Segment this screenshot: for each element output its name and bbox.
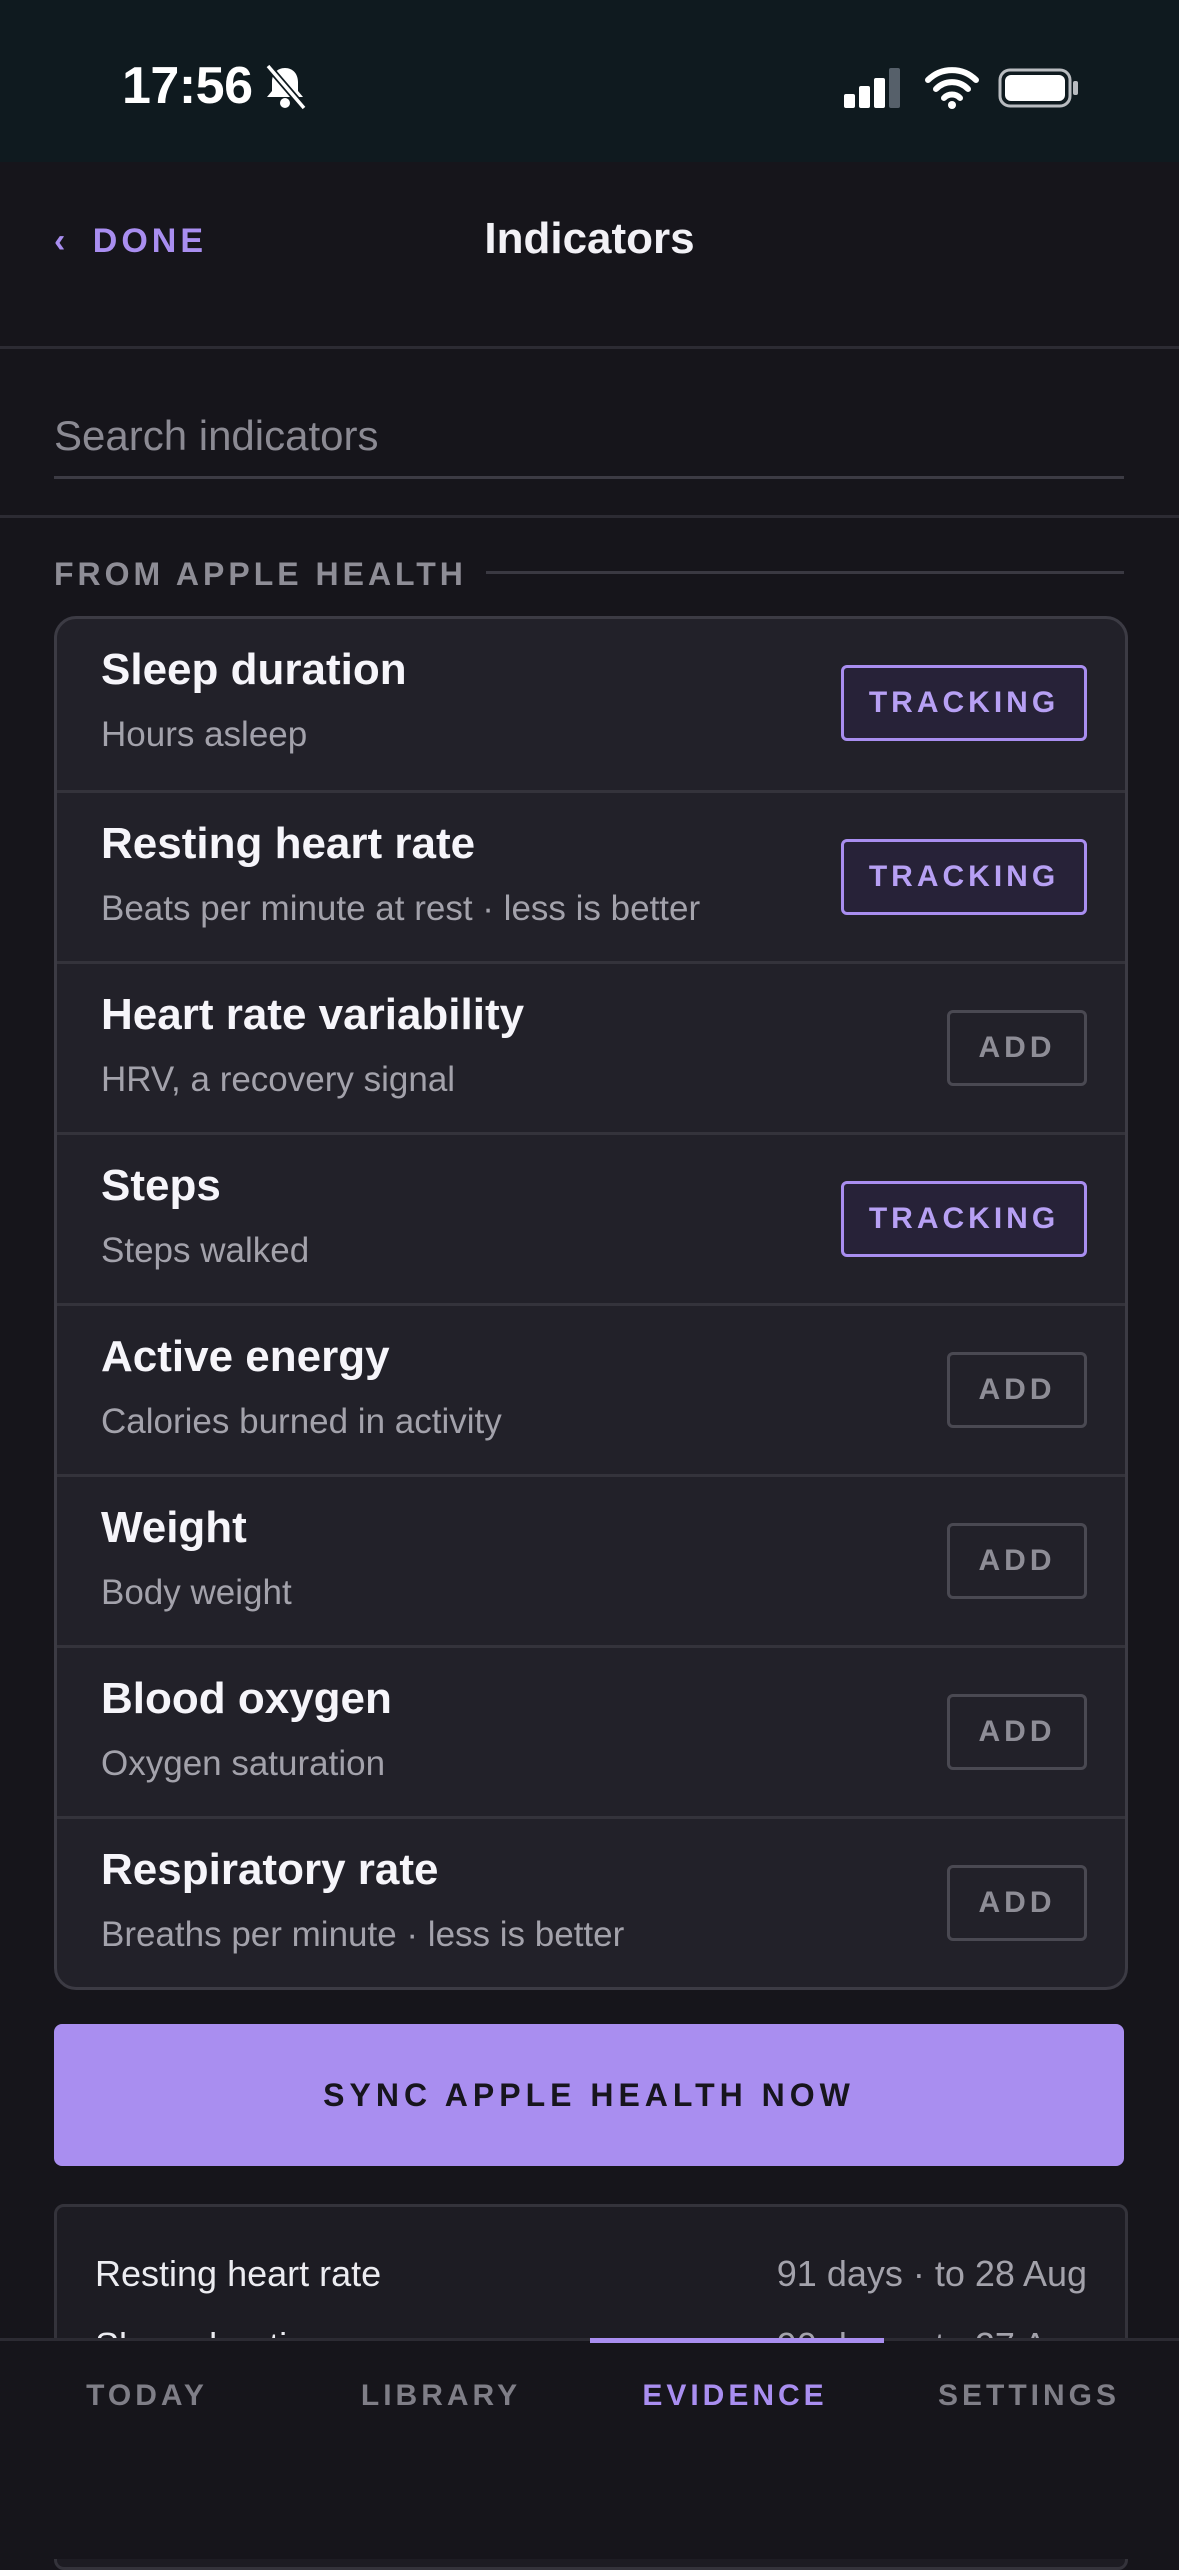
indicator-row: Weight Body weight ADD: [57, 1474, 1125, 1648]
indicator-row: Resting heart rate Beats per minute at r…: [57, 790, 1125, 964]
indicator-subtitle: Beats per minute at rest · less is bette…: [101, 889, 701, 928]
indicator-title: Respiratory rate: [101, 1845, 439, 1894]
indicator-list: Sleep duration Hours asleep TRACKING Res…: [54, 616, 1128, 1990]
section-divider: [486, 571, 1124, 574]
tab-today[interactable]: TODAY: [0, 2379, 294, 2413]
search-input[interactable]: Search indicators: [54, 396, 1124, 479]
section-header: FROM APPLE HEALTH: [54, 556, 467, 592]
indicator-title: Heart rate variability: [101, 990, 525, 1039]
tracking-button[interactable]: TRACKING: [841, 839, 1087, 915]
indicator-subtitle: Breaths per minute · less is better: [101, 1915, 625, 1954]
indicator-title: Blood oxygen: [101, 1674, 392, 1723]
add-button[interactable]: ADD: [947, 1694, 1087, 1770]
indicator-title: Sleep duration: [101, 645, 407, 694]
indicator-row: Active energy Calories burned in activit…: [57, 1303, 1125, 1477]
add-button[interactable]: ADD: [947, 1352, 1087, 1428]
indicator-row: Blood oxygen Oxygen saturation ADD: [57, 1645, 1125, 1819]
tracking-button[interactable]: TRACKING: [841, 665, 1087, 741]
tab-bar: TODAY LIBRARY EVIDENCE SETTINGS: [0, 2338, 1179, 2559]
tab-library[interactable]: LIBRARY: [294, 2379, 588, 2413]
indicator-title: Resting heart rate: [101, 819, 476, 868]
indicator-title: Weight: [101, 1503, 247, 1552]
indicator-subtitle: Hours asleep: [101, 715, 308, 754]
indicator-row: Sleep duration Hours asleep TRACKING: [57, 619, 1125, 790]
indicator-title: Steps: [101, 1161, 221, 1210]
active-tab-indicator: [590, 2338, 884, 2343]
synced-indicator-name: Resting heart rate: [95, 2253, 382, 2294]
cellular-signal-icon: [844, 68, 900, 108]
add-button[interactable]: ADD: [947, 1865, 1087, 1941]
page-title: Indicators: [484, 214, 695, 263]
indicator-row: Steps Steps walked TRACKING: [57, 1132, 1125, 1306]
tab-evidence[interactable]: EVIDENCE: [588, 2379, 882, 2413]
indicator-title: Active energy: [101, 1332, 390, 1381]
indicator-subtitle: Oxygen saturation: [101, 1744, 386, 1783]
battery-icon: [998, 68, 1078, 108]
indicator-subtitle: HRV, a recovery signal: [101, 1060, 456, 1099]
sync-apple-health-button[interactable]: SYNC APPLE HEALTH NOW: [54, 2024, 1124, 2166]
indicator-row: Heart rate variability HRV, a recovery s…: [57, 961, 1125, 1135]
wifi-icon: [925, 67, 979, 109]
synced-range: 91 days · to 28 Aug: [776, 2253, 1087, 2294]
indicator-subtitle: Calories burned in activity: [101, 1402, 502, 1441]
indicator-subtitle: Steps walked: [101, 1231, 310, 1270]
tracking-button[interactable]: TRACKING: [841, 1181, 1087, 1257]
indicator-row: Respiratory rate Breaths per minute · le…: [57, 1816, 1125, 1987]
tab-settings[interactable]: SETTINGS: [882, 2379, 1176, 2413]
status-bar: 17:56: [0, 0, 1179, 162]
bell-slash-icon: [265, 63, 307, 111]
add-button[interactable]: ADD: [947, 1523, 1087, 1599]
indicator-subtitle: Body weight: [101, 1573, 292, 1612]
status-time: 17:56: [122, 57, 253, 115]
add-button[interactable]: ADD: [947, 1010, 1087, 1086]
divider: [0, 515, 1179, 518]
list-item: Resting heart rate 91 days · to 28 Aug: [95, 2253, 1087, 2313]
